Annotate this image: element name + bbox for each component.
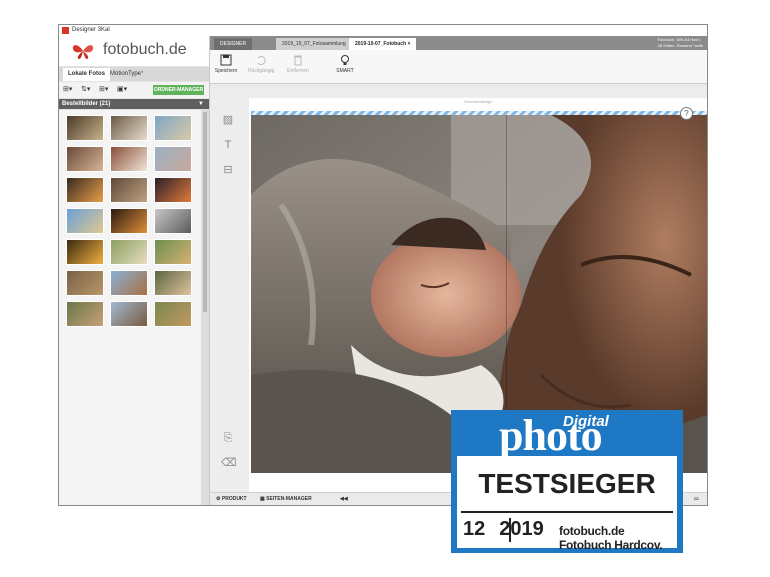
delete-icon: [294, 55, 302, 66]
delete-label: Entfernen: [287, 68, 309, 74]
photo-thumbnail[interactable]: [66, 270, 104, 296]
smart-label: SMART: [336, 68, 354, 74]
tab-motiontype[interactable]: MotionType°: [105, 68, 148, 81]
photo-toolbar: ⊞▾ ⇅▾ ⊞▾ ▣▾ ORDNER-MANAGER: [59, 82, 209, 98]
photo-thumbnail[interactable]: [110, 301, 148, 327]
collapse-arrow-icon[interactable]: ▼: [198, 99, 204, 109]
section-header[interactable]: Bestellbilder (21) ▼: [59, 99, 209, 109]
photo-thumbnail[interactable]: [110, 239, 148, 265]
badge-date: 12 2019: [463, 518, 544, 541]
product-info: Fotobuch, DIN A4 Hoch, 26 Seiten, Romanu…: [658, 37, 703, 49]
photo-thumbnail[interactable]: [154, 146, 192, 172]
save-label: Speichern: [214, 68, 238, 74]
photo-thumbnail[interactable]: [66, 239, 104, 265]
layout-icon[interactable]: ⊟: [221, 163, 235, 177]
badge-date-separator: [509, 518, 511, 542]
photo-thumbnail[interactable]: [154, 115, 192, 141]
ordner-manager-button[interactable]: ORDNER-MANAGER: [153, 85, 204, 95]
lightbulb-icon: [341, 55, 349, 65]
photo-thumbnail[interactable]: [66, 115, 104, 141]
prev-page-button[interactable]: ◀◀: [340, 495, 348, 504]
view-grid-icon[interactable]: ⊞▾: [63, 85, 72, 94]
photo-thumbnail[interactable]: [154, 177, 192, 203]
badge-month: 12: [463, 518, 486, 540]
badge-title: TESTSIEGER: [478, 468, 656, 499]
photo-thumbnail[interactable]: [110, 208, 148, 234]
seiten-manager-label: SEITEN-MANAGER: [266, 496, 312, 502]
undo-icon: [257, 56, 266, 65]
photo-thumbnail[interactable]: [110, 146, 148, 172]
photo-thumbnail[interactable]: [154, 301, 192, 327]
tab-designer[interactable]: DESIGNER: [214, 38, 253, 50]
photo-scrollbar[interactable]: [201, 110, 209, 505]
close-icon[interactable]: ×: [408, 41, 411, 47]
undo-label: Rückgängig: [248, 68, 275, 74]
butterfly-logo-icon: [72, 45, 94, 59]
ribbon: Speichern Rückgängig Entfernen SMART: [210, 50, 707, 84]
import-icon[interactable]: ▣▾: [117, 85, 127, 94]
clipboard-label: Zwischenablage: [463, 99, 493, 104]
sort-icon[interactable]: ⇅▾: [81, 85, 90, 94]
badge-inner: TESTSIEGER 12 2019 fotobuch.de Fotobuch H…: [457, 456, 677, 552]
trash-icon[interactable]: ⌫: [221, 456, 237, 470]
produkt-button[interactable]: ⚙ PRODUKT: [216, 495, 247, 504]
tab-local-photos[interactable]: Lokale Fotos: [63, 68, 111, 81]
delete-button[interactable]: Entfernen: [285, 52, 311, 81]
tab-fotobuch[interactable]: 2019-10-07_Fotobuch ×: [349, 38, 417, 50]
photo-thumbnail[interactable]: [66, 301, 104, 327]
photo-thumbnail[interactable]: [154, 270, 192, 296]
app-icon: [62, 27, 69, 34]
undo-button[interactable]: Rückgängig: [248, 52, 274, 81]
save-button[interactable]: Speichern: [213, 52, 239, 81]
logo: fotobuch.de: [59, 36, 209, 66]
photo-thumbnail[interactable]: [154, 239, 192, 265]
save-icon: [220, 54, 232, 66]
badge-product: fotobuch.de Fotobuch Hardcov.: [559, 524, 663, 552]
product-info-line2: 26 Seiten, Romanu° seite: [657, 43, 703, 48]
testsieger-badge: Digital photo TESTSIEGER 12 2019 fotobuch…: [451, 410, 683, 553]
photo-thumbnail[interactable]: [66, 208, 104, 234]
monitor-icon[interactable]: ▭: [694, 495, 699, 504]
page-header: Zwischenablage: [249, 98, 707, 108]
clipboard-icon[interactable]: ⎘: [221, 431, 235, 445]
add-text-icon[interactable]: T: [221, 138, 235, 152]
photo-thumbnail[interactable]: [110, 177, 148, 203]
smart-button[interactable]: SMART: [332, 52, 358, 81]
left-panel: fotobuch.de Lokale Fotos MotionType° ⊞▾ …: [59, 36, 210, 505]
help-icon[interactable]: ?: [680, 107, 693, 120]
photo-thumbnail[interactable]: [110, 270, 148, 296]
window-title: Designer 3Kal: [72, 27, 110, 33]
photo-thumbnail[interactable]: [66, 177, 104, 203]
tab-fotobuch-label: 2019-10-07_Fotobuch: [355, 41, 407, 47]
logo-text: fotobuch.de: [103, 41, 187, 58]
seiten-manager-button[interactable]: ▦ SEITEN-MANAGER: [260, 495, 312, 504]
section-title: Bestellbilder (21): [62, 101, 111, 107]
tab-fotosammlung[interactable]: 2019_10_07_Fotosammlung: [276, 38, 352, 50]
badge-year: 2019: [499, 518, 544, 540]
left-tabs: Lokale Fotos MotionType°: [59, 67, 209, 81]
photo-thumbnail[interactable]: [110, 115, 148, 141]
produkt-label: PRODUKT: [221, 496, 247, 502]
photo-thumbnail[interactable]: [66, 146, 104, 172]
badge-divider: [461, 511, 673, 513]
title-bar: Designer 3Kal: [59, 25, 707, 36]
photo-thumbnail[interactable]: [154, 208, 192, 234]
filter-icon[interactable]: ⊞▾: [99, 85, 108, 94]
photo-grid: [59, 110, 201, 505]
scrollbar-thumb[interactable]: [203, 112, 207, 312]
add-image-icon[interactable]: ▨: [221, 113, 235, 127]
badge-photo: photo: [499, 411, 603, 460]
document-tabbar: DESIGNER 2019_10_07_Fotosammlung 2019-10…: [210, 36, 707, 50]
